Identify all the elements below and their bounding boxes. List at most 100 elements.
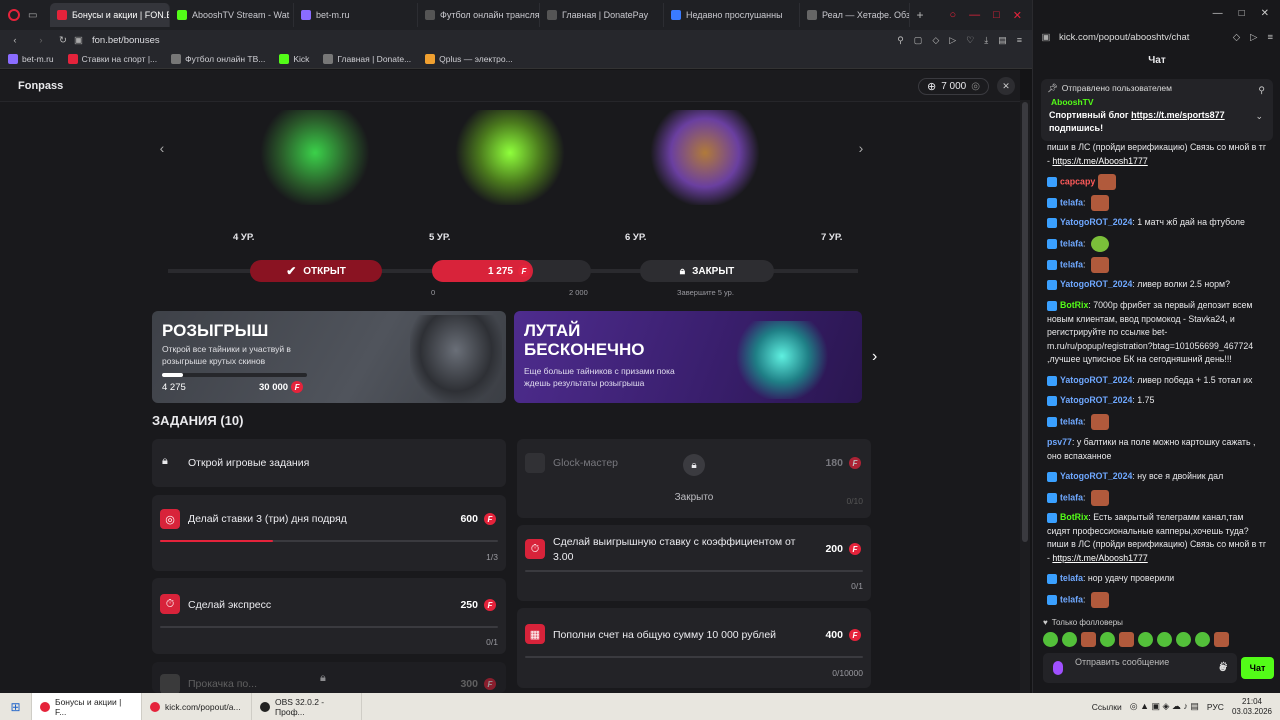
chat-link[interactable]: https://t.me/Aboosh1777 <box>1052 156 1147 166</box>
page-scrollbar[interactable] <box>1020 100 1030 693</box>
minimize-icon[interactable]: — <box>1213 8 1223 28</box>
task-card[interactable]: ◎ Делай ставки 3 (три) дня подряд 600 F 1… <box>152 495 506 571</box>
fonbet-coin-icon: F <box>484 678 496 690</box>
tab-real[interactable]: Реал — Хетафе. Обзор и <box>800 3 910 27</box>
tab-betm[interactable]: bet-m.ru <box>294 3 418 27</box>
task-card[interactable]: Прокачка по... 🔒︎ 300 F <box>152 662 506 693</box>
forward-icon[interactable]: › <box>30 35 52 46</box>
bookmark-kick[interactable]: Kick <box>279 54 309 64</box>
windows-start-icon[interactable]: ⊞ <box>0 693 32 720</box>
url-field[interactable]: fon.bet/bonuses <box>92 35 160 46</box>
shield-icon[interactable]: ◇ <box>1233 32 1240 43</box>
banner-text: Еще больше тайников с призами пока ждешь… <box>524 366 675 388</box>
task-title: Glock-мастер <box>553 457 619 469</box>
menu-icon[interactable]: ≡ <box>1267 32 1273 43</box>
tab-football[interactable]: Футбол онлайн трансля <box>418 3 540 27</box>
chat-message: telafa: <box>1047 414 1269 430</box>
task-card[interactable]: ⏱︎ Сделай экспресс 250 F 0/1 <box>152 578 506 654</box>
chat-url-field[interactable]: kick.com/popout/abooshtv/chat <box>1059 32 1189 43</box>
close-icon[interactable]: ✕ <box>1261 8 1269 28</box>
chest-next-arrow-icon[interactable]: › <box>852 140 870 158</box>
pinned-link[interactable]: https://t.me/sports877 <box>1131 110 1225 120</box>
settings-icon[interactable]: ⚙ <box>1219 661 1228 672</box>
tab-bar: ▭ Бонусы и акции | FON.BE AbooshTV Strea… <box>0 0 1032 30</box>
task-points: 400 <box>825 629 843 641</box>
wallet-icon[interactable]: ▤ <box>998 35 1007 46</box>
maximize-icon[interactable]: □ <box>1239 8 1245 28</box>
bookmark-donatepay[interactable]: Главная | Donate... <box>323 54 411 64</box>
language-indicator[interactable]: РУС <box>1207 702 1224 712</box>
task-icon <box>160 674 180 693</box>
emote-icon <box>1090 257 1109 273</box>
close-button[interactable]: ✕ <box>997 77 1015 95</box>
tab-fonbet[interactable]: Бонусы и акции | FON.BE <box>50 3 170 27</box>
tab-kick[interactable]: AbooshTV Stream - Wat <box>170 3 294 27</box>
minimize-icon[interactable]: — <box>969 9 980 22</box>
links-toolbar[interactable]: Ссылки <box>1092 702 1122 712</box>
bookmark-betm[interactable]: bet-m.ru <box>8 54 54 64</box>
level-label: 5 УР. <box>429 232 451 243</box>
level-progress-pill: 1 275 F <box>432 260 591 282</box>
lock-icon: 🔒︎ <box>683 454 705 476</box>
level-closed-pill: 🔒︎ ЗАКРЫТ <box>640 260 774 282</box>
snapshot-icon[interactable]: ▢ <box>914 35 923 46</box>
tabs-menu-icon[interactable]: ▭ <box>28 10 50 21</box>
search-icon[interactable]: ○ <box>949 9 956 22</box>
taskbar: ⊞ Бонусы и акции | F... kick.com/popout/… <box>0 693 1280 720</box>
chest-level-6[interactable] <box>650 110 760 205</box>
close-icon[interactable]: ✕ <box>1013 9 1022 22</box>
microphone-icon[interactable] <box>1053 661 1063 675</box>
send-chat-button[interactable]: Чат <box>1241 657 1274 679</box>
balance-badge[interactable]: ⊕ 7 000 ◎ <box>918 78 989 95</box>
giveaway-banner[interactable]: РОЗЫГРЫШ Открой все тайники и участвуй в… <box>152 311 506 403</box>
banner-next-arrow-icon[interactable]: › <box>872 348 877 366</box>
chat-message: telafa: <box>1047 592 1269 608</box>
address-bar: ‹ › ↻ ▣ fon.bet/bonuses ⚲ ▢ ◇ ▷ ♡ ⤓ ▤ ≡ <box>0 30 1032 50</box>
lock-icon: 🔒︎ <box>679 265 686 277</box>
download-icon[interactable]: ⤓ <box>984 35 988 46</box>
tray-icons[interactable]: ◎ ▲ ▣ ◈ ☁ ♪ ▤ <box>1130 701 1199 712</box>
back-icon[interactable]: ‹ <box>0 35 30 46</box>
bookmark-stavki[interactable]: Ставки на спорт |... <box>67 54 157 64</box>
chat-input[interactable]: Отправить сообщение ☻ <box>1043 653 1237 683</box>
emote-bar[interactable] <box>1043 632 1229 647</box>
task-card[interactable]: ▦ Пополни счет на общую сумму 10 000 руб… <box>517 608 871 688</box>
opera-logo-icon[interactable] <box>0 9 28 21</box>
chest-level-5[interactable] <box>455 110 565 205</box>
chest-level-4[interactable] <box>260 110 370 205</box>
tab-recent[interactable]: Недавно прослушанны <box>664 3 800 27</box>
reload-icon[interactable]: ↻ <box>52 35 74 46</box>
clock-date[interactable]: 03.03.2026 <box>1232 707 1272 717</box>
locked-task-card[interactable]: Glock-мастер 180 F 🔒︎ Закрыто 0/10 <box>517 439 871 518</box>
share-icon[interactable]: ▷ <box>949 35 956 46</box>
heart-icon[interactable]: ♡ <box>966 35 974 46</box>
share-icon[interactable]: ▷ <box>1250 32 1257 43</box>
pinned-message[interactable]: 📌︎ Отправлено пользователем AbooshTV Спор… <box>1041 79 1273 141</box>
task-card[interactable]: ⏱︎ Сделай выигрышную ставку с коэффициен… <box>517 525 871 601</box>
taskbar-item[interactable]: kick.com/popout/a... <box>142 693 252 720</box>
task-title: Пополни счет на общую сумму 10 000 рубле… <box>553 629 777 641</box>
bookmark-qplus[interactable]: Qplus — электро... <box>425 54 513 64</box>
lock-icon: ▣ <box>74 34 83 46</box>
clock-time[interactable]: 21:04 <box>1232 697 1272 707</box>
chest-prev-arrow-icon[interactable]: ‹ <box>153 140 171 158</box>
shield-icon[interactable]: ◇ <box>932 35 939 46</box>
unpin-icon[interactable]: ⚲ <box>1258 85 1265 96</box>
chat-message: YatogoROT_2024: 1.75 <box>1047 394 1269 408</box>
taskbar-item[interactable]: OBS 32.0.2 - Проф... <box>252 693 362 720</box>
new-tab-icon[interactable]: + <box>910 8 930 22</box>
check-icon: ✔ <box>286 264 297 278</box>
chevron-down-icon[interactable]: ⌄ <box>1255 111 1263 122</box>
level-label: 4 УР. <box>233 232 255 243</box>
maximize-icon[interactable]: □ <box>993 9 1000 22</box>
giveaway-progress <box>162 373 307 377</box>
banner-title: РОЗЫГРЫШ <box>162 321 269 340</box>
task-count: 1/3 <box>486 552 498 562</box>
bookmark-football[interactable]: Футбол онлайн ТВ... <box>171 54 265 64</box>
unlock-tasks-card[interactable]: 🔒︎ Открой игровые задания <box>152 439 506 487</box>
loot-banner[interactable]: ЛУТАЙ БЕСКОНЕЧНО Еще больше тайников с пр… <box>514 311 862 403</box>
pin-icon[interactable]: ⚲ <box>897 35 904 46</box>
tab-donatepay[interactable]: Главная | DonatePay <box>540 3 664 27</box>
taskbar-item[interactable]: Бонусы и акции | F... <box>32 693 142 720</box>
menu-icon[interactable]: ≡ <box>1017 35 1022 46</box>
